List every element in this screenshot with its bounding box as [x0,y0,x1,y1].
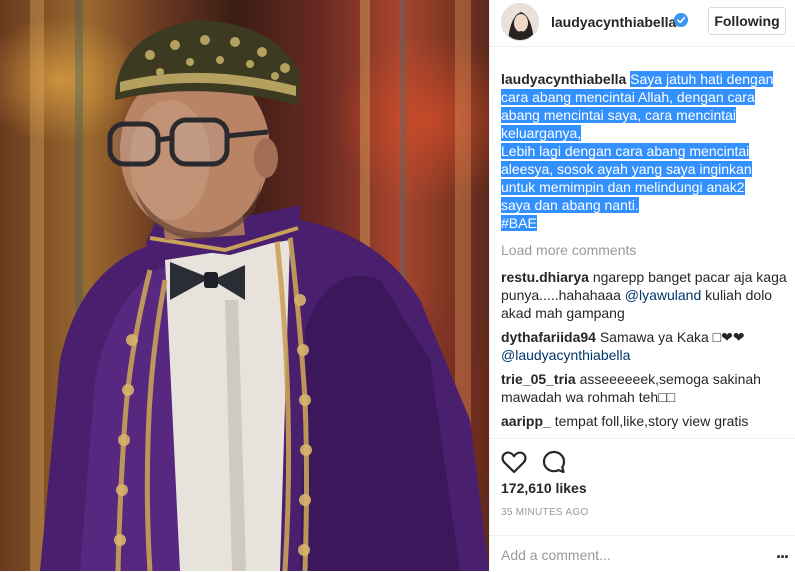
caption-line: keluarganya, [501,125,582,141]
avatar[interactable] [501,3,539,41]
post-timestamp[interactable]: 35 MINUTES AGO [501,507,589,518]
post-image[interactable] [0,0,489,571]
comment-item: restu.dhiarya ngarepp banget pacar aja k… [501,268,787,322]
comment-mention[interactable]: @lyawuland [625,287,701,303]
comment-text: tempat foll,like,story view gratis [554,413,749,429]
caption-line: untuk memimpin dan melindungi anak2 [501,179,745,195]
caption-line: Lebih lagi dengan cara abang mencintai [501,143,750,159]
comment-username[interactable]: trie_05_tria [501,371,576,387]
post-details-panel: laudyacynthiabella Following laudyacynth… [489,0,795,571]
comment-item: dythafariida94 Samawa ya Kaka □❤❤ @laudy… [501,328,787,364]
likes-count[interactable]: 172,610 likes [501,480,587,496]
caption-hashtag[interactable]: #BAE [501,215,537,231]
comment-icon[interactable] [540,448,568,476]
avatar-image [502,4,538,40]
caption-username[interactable]: laudyacynthiabella [501,71,626,87]
caption-line: cara abang mencintai Allah, dengan cara [501,89,755,105]
more-options-icon[interactable]: ... [776,543,789,561]
heart-icon[interactable] [500,448,528,476]
comment-text: Samawa ya Kaka □❤❤ [599,329,745,345]
comment-item: aaripp_ tempat foll,like,story view grat… [501,412,787,430]
username-link[interactable]: laudyacynthiabella [551,14,676,30]
comment-username[interactable]: dythafariida94 [501,329,596,345]
caption-line: aleesya, sosok ayah yang saya inginkan [501,161,752,177]
comment-mention[interactable]: @laudyacynthiabella [501,347,630,363]
comment-username[interactable]: restu.dhiarya [501,269,589,285]
caption: laudyacynthiabella Saya jatuh hati denga… [501,70,787,232]
comment-username[interactable]: aaripp_ [501,413,551,429]
caption-line: abang mencintai saya, cara mencintai [501,107,737,123]
load-more-comments-link[interactable]: Load more comments [501,241,787,259]
caption-line: saya dan abang nanti. [501,197,639,213]
comment-item: trie_05_tria asseeeeeek,semoga sakinah m… [501,370,787,406]
caption-line: Saya jatuh hati dengan [630,71,774,87]
post-header: laudyacynthiabella Following [490,0,795,47]
comments-list[interactable]: laudyacynthiabella Saya jatuh hati denga… [501,70,787,438]
add-comment-bar: ... [490,535,795,572]
following-button[interactable]: Following [708,7,786,35]
man-figure [40,20,489,571]
add-comment-input[interactable] [501,545,751,565]
post-actions [490,438,795,476]
verified-badge-icon [674,13,688,27]
